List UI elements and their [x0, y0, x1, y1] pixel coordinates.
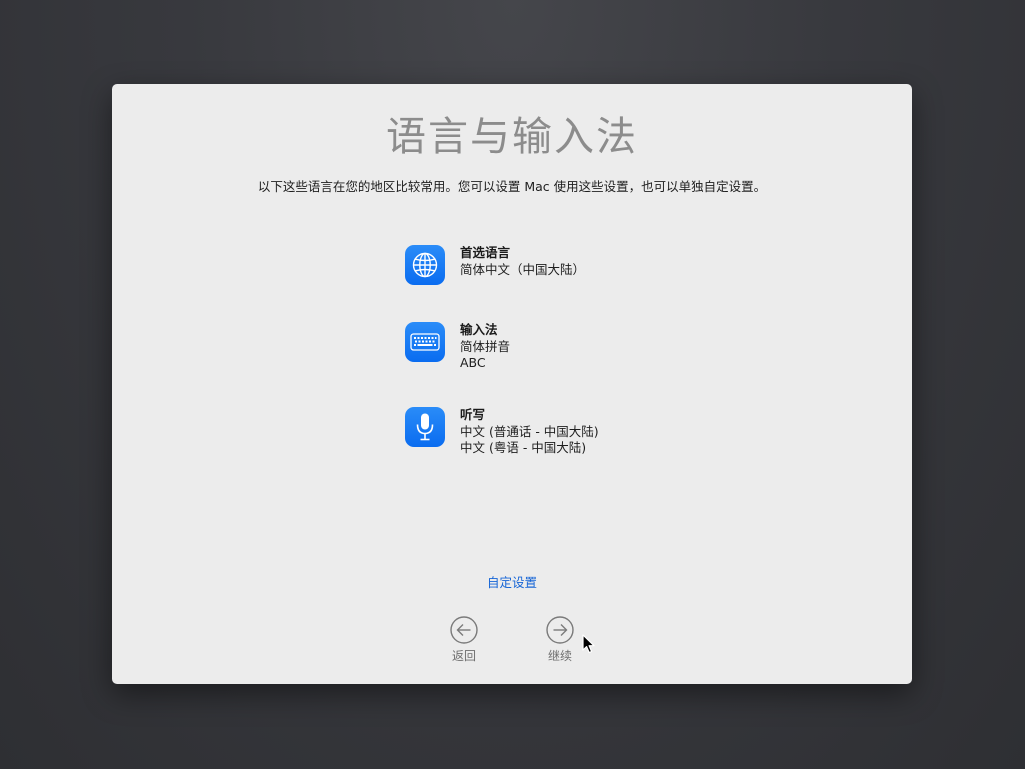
back-label: 返回 [451, 649, 476, 663]
setup-assistant-window: 语言与输入法 以下这些语言在您的地区比较常用。您可以设置 Mac 使用这些设置，… [112, 84, 912, 684]
customize-settings-link[interactable]: 自定设置 [112, 572, 912, 591]
input-sources-item: 输入法 简体拼音 ABC [405, 322, 510, 372]
continue-button[interactable]: 继续 [538, 616, 582, 664]
preferred-language-heading: 首选语言 [460, 245, 511, 260]
back-button[interactable]: 返回 [442, 616, 486, 664]
continue-label: 继续 [547, 649, 572, 663]
page-subtitle: 以下这些语言在您的地区比较常用。您可以设置 Mac 使用这些设置，也可以单独自定… [257, 179, 767, 194]
arrow-right-circle-icon [546, 616, 574, 644]
input-source-abc: ABC [460, 355, 486, 370]
keyboard-icon [405, 322, 445, 362]
dictation-cantonese: 中文 (粤语 - 中国大陆) [460, 440, 587, 455]
input-source-pinyin: 简体拼音 [460, 338, 511, 354]
preferred-language-item: 首选语言 简体中文（中国大陆） [405, 245, 585, 285]
preferred-language-value: 简体中文（中国大陆） [460, 261, 586, 277]
page-title: 语言与输入法 [386, 114, 638, 160]
dictation-mandarin: 中文 (普通话 - 中国大陆) [460, 423, 599, 439]
arrow-left-circle-icon [450, 616, 478, 644]
dictation-heading: 听写 [460, 407, 486, 422]
globe-icon [405, 245, 445, 285]
microphone-icon [405, 407, 445, 447]
input-sources-heading: 输入法 [460, 322, 498, 337]
dictation-item: 听写 中文 (普通话 - 中国大陆) 中文 (粤语 - 中国大陆) [405, 407, 599, 457]
mouse-cursor-icon [582, 634, 596, 654]
